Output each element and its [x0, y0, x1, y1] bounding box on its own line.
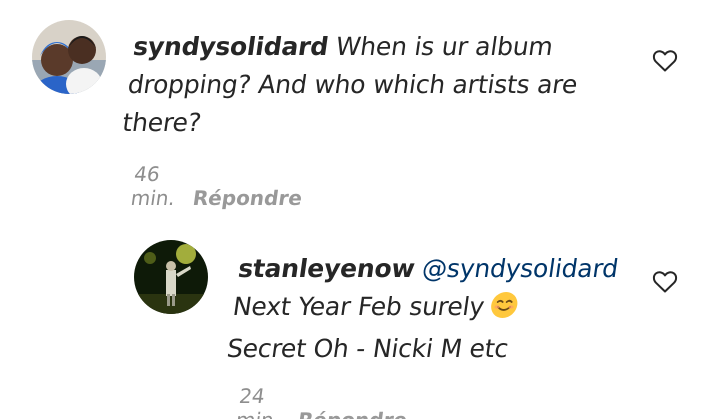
reply-meta: 24 min. Répondre: [234, 384, 412, 419]
reply-username[interactable]: stanleyenow: [236, 254, 416, 283]
comment-text-line1: When is ur album: [326, 32, 555, 61]
comment-text: syndysolidard When is ur album dropping?…: [120, 28, 636, 142]
avatar[interactable]: [134, 240, 208, 314]
reply-timestamp: 24 min.: [234, 384, 281, 419]
comment-timestamp: 46 min.: [129, 162, 177, 210]
comment-text-line2: dropping? And who which artists are: [126, 70, 580, 99]
comment-thread: syndysolidard When is ur album dropping?…: [0, 0, 720, 419]
heart-icon[interactable]: [652, 49, 678, 73]
comment-meta: 46 min. Répondre: [129, 162, 307, 210]
smiling-face-emoji-icon: [487, 291, 520, 330]
comment-text-line3: there?: [120, 108, 203, 137]
reply-text-line2: Secret Oh - Nicki M etc: [225, 334, 511, 363]
comment-username[interactable]: syndysolidard: [131, 32, 330, 61]
mention-link[interactable]: @syndysolidard: [413, 254, 620, 283]
reply-text-line1: Next Year Feb surely: [231, 292, 487, 321]
reply-text: stanleyenow @syndysolidard Next Year Feb…: [224, 250, 661, 368]
avatar[interactable]: [32, 20, 106, 94]
reply-button[interactable]: Répondre: [191, 186, 303, 210]
reply-button[interactable]: Répondre: [296, 408, 408, 419]
heart-icon[interactable]: [652, 270, 678, 294]
